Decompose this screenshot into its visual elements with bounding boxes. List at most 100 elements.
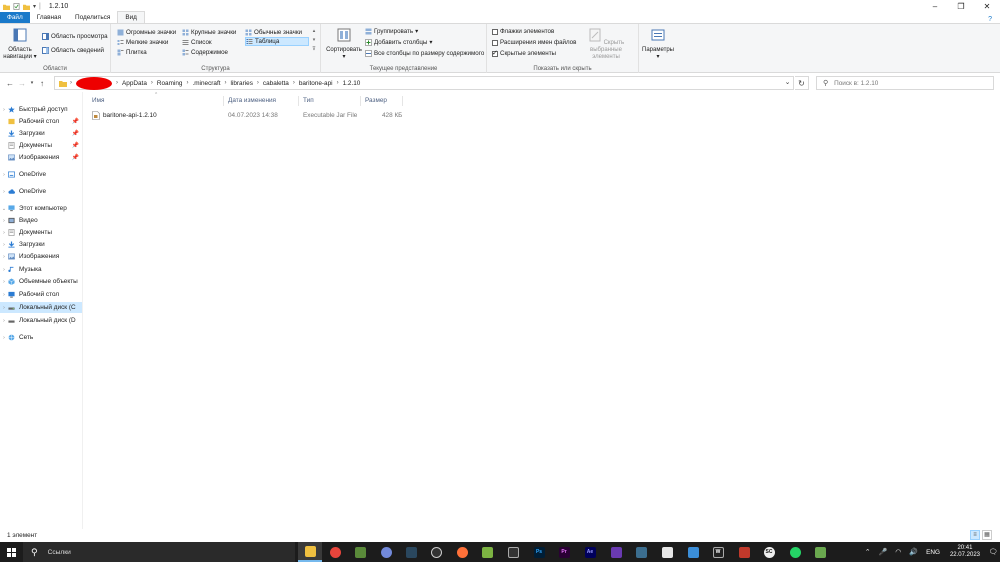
column-size[interactable]: Размер [361, 96, 403, 106]
taskbar-app-sc[interactable]: SC [757, 542, 781, 562]
nav-onedrive-2[interactable]: › OneDrive [0, 186, 82, 197]
expand-chevron-icon[interactable]: › [0, 254, 8, 260]
breadcrumb-separator[interactable]: › [225, 80, 227, 86]
taskbar-app-window[interactable] [655, 542, 679, 562]
expand-chevron-icon[interactable]: › [0, 279, 8, 285]
taskbar-epic[interactable] [501, 542, 525, 562]
wifi-icon[interactable]: ◠ [895, 548, 901, 556]
nav-pc-desktop[interactable]: › Рабочий стол [0, 289, 82, 300]
file-extensions-checkbox[interactable] [492, 39, 498, 46]
search-input[interactable]: ⚲ Поиск в: 1.2.10 [816, 76, 994, 90]
expand-chevron-icon[interactable]: › [0, 172, 8, 178]
breadcrumb-separator[interactable]: › [257, 80, 259, 86]
layout-small-icons[interactable]: Мелкие значки [117, 38, 168, 47]
nav-quick-desktop[interactable]: Рабочий стол 📌 [0, 116, 82, 127]
nav-pc-videos[interactable]: › Видео [0, 215, 82, 226]
tab-view[interactable]: Вид [117, 11, 145, 23]
taskbar-app-blue[interactable] [681, 542, 705, 562]
address-bar[interactable]: › › AppData › Roaming › .minecraft › lib… [54, 76, 794, 90]
add-columns-button[interactable]: Добавить столбцы ▾ [365, 38, 432, 47]
hide-selected-button[interactable]: Скрыть выбранные элементы [577, 28, 635, 61]
nav-pc-downloads[interactable]: › Загрузки [0, 239, 82, 250]
nav-quick-pictures[interactable]: Изображения 📌 [0, 152, 82, 163]
taskbar-search[interactable]: ⚲ Ссылки [23, 542, 295, 562]
forward-button[interactable]: → [16, 79, 28, 88]
layout-large-icons[interactable]: Крупные значки [182, 28, 236, 37]
expand-chevron-icon[interactable]: › [0, 267, 8, 273]
column-date[interactable]: Дата изменения [224, 96, 299, 106]
column-name[interactable]: Имя [88, 96, 224, 106]
nav-quick-documents[interactable]: Документы 📌 [0, 140, 82, 151]
back-button[interactable]: ← [4, 79, 16, 88]
hidden-items-checkbox[interactable] [492, 49, 498, 57]
nav-this-pc[interactable]: ⌄ Этот компьютер [0, 203, 82, 214]
fit-columns-button[interactable]: Все столбцы по размеру содержимого [365, 49, 484, 58]
details-view-button[interactable]: ≡ [970, 530, 980, 540]
large-icons-view-button[interactable]: ▦ [982, 530, 992, 540]
expand-chevron-icon[interactable]: › [0, 335, 8, 341]
group-by-button[interactable]: Группировать ▾ [365, 27, 418, 36]
nav-onedrive-1[interactable]: › OneDrive [0, 169, 82, 180]
item-checkboxes-checkbox[interactable] [492, 28, 498, 35]
tray-chevron-icon[interactable]: ⌃ [865, 548, 871, 556]
taskbar-firefox[interactable] [450, 542, 474, 562]
expand-chevron-icon[interactable]: › [0, 242, 8, 248]
breadcrumb-appdata[interactable]: AppData [122, 80, 147, 87]
properties-icon[interactable] [13, 2, 20, 10]
qat-dropdown-icon[interactable]: ▾ [33, 3, 36, 10]
volume-icon[interactable]: 🔊 [909, 548, 918, 556]
details-pane-button[interactable]: Область сведений [42, 46, 104, 55]
help-icon[interactable]: ? [988, 16, 992, 23]
taskbar-premiere[interactable]: Pr [552, 542, 576, 562]
taskbar-steam[interactable] [399, 542, 423, 562]
recent-locations-icon[interactable]: ▾ [28, 80, 36, 86]
nav-pc-drive-c[interactable]: › Локальный диск (C [0, 302, 82, 313]
nav-pc-drive-d[interactable]: › Локальный диск (D [0, 315, 82, 326]
layout-medium-icons[interactable]: Обычные значки [245, 28, 302, 37]
breadcrumb-separator[interactable]: › [293, 80, 295, 86]
minimize-button[interactable]: – [922, 0, 948, 12]
tab-share[interactable]: Поделиться [68, 12, 117, 23]
layout-extra-large-icons[interactable]: Огромные значки [117, 28, 176, 37]
preview-pane-button[interactable]: Область просмотра [42, 32, 108, 41]
nav-pane-button[interactable]: Область навигации ▾ [3, 28, 37, 61]
nav-pc-pictures[interactable]: › Изображения [0, 251, 82, 262]
breadcrumb-baritone-api[interactable]: baritone-api [299, 80, 333, 87]
refresh-button[interactable]: ↻ [795, 76, 809, 90]
taskbar-app-w[interactable]: W [706, 542, 730, 562]
up-button[interactable]: ↑ [36, 79, 48, 88]
taskbar-app-purple[interactable] [604, 542, 628, 562]
taskbar-after-effects[interactable]: Ae [578, 542, 602, 562]
taskbar-discord[interactable] [374, 542, 398, 562]
close-button[interactable]: ✕ [974, 0, 1000, 12]
language-indicator[interactable]: ENG [926, 549, 940, 556]
breadcrumb-separator[interactable]: › [337, 80, 339, 86]
nav-pc-3d-objects[interactable]: › Объемные объекты [0, 276, 82, 287]
expand-chevron-icon[interactable]: › [0, 318, 8, 324]
taskbar-chrome[interactable] [323, 542, 347, 562]
sort-button[interactable]: Сортировать ▾ [325, 28, 363, 61]
taskbar-explorer[interactable] [298, 542, 322, 562]
nav-quick-access[interactable]: › Быстрый доступ [0, 104, 82, 115]
expand-chevron-icon[interactable]: › [0, 107, 8, 113]
new-folder-icon[interactable] [23, 3, 30, 10]
nav-pc-music[interactable]: › Музыка [0, 264, 82, 275]
nav-network[interactable]: › Сеть [0, 332, 82, 343]
breadcrumb-current[interactable]: 1.2.10 [343, 80, 361, 87]
taskbar-minecraft-launcher[interactable] [475, 542, 499, 562]
taskbar-app-cube[interactable] [808, 542, 832, 562]
taskbar-whatsapp[interactable] [783, 542, 807, 562]
layout-content[interactable]: Содержимое [182, 48, 228, 57]
expand-chevron-icon[interactable]: › [0, 218, 8, 224]
address-history-dropdown-icon[interactable]: ⌄ [781, 76, 794, 90]
expand-chevron-icon[interactable]: › [0, 230, 8, 236]
nav-pc-documents[interactable]: › Документы [0, 227, 82, 238]
maximize-button[interactable]: ❐ [948, 0, 974, 12]
breadcrumb-cabaletta[interactable]: cabaletta [263, 80, 289, 87]
taskbar-minecraft[interactable] [348, 542, 372, 562]
tab-file[interactable]: Файл [0, 12, 30, 23]
layout-scroll[interactable]: ▴ ▾ ⊽ [310, 27, 318, 56]
layout-tiles[interactable]: Плитка [117, 48, 147, 57]
microphone-icon[interactable]: 🎤 [879, 548, 888, 556]
nav-quick-downloads[interactable]: Загрузки 📌 [0, 128, 82, 139]
